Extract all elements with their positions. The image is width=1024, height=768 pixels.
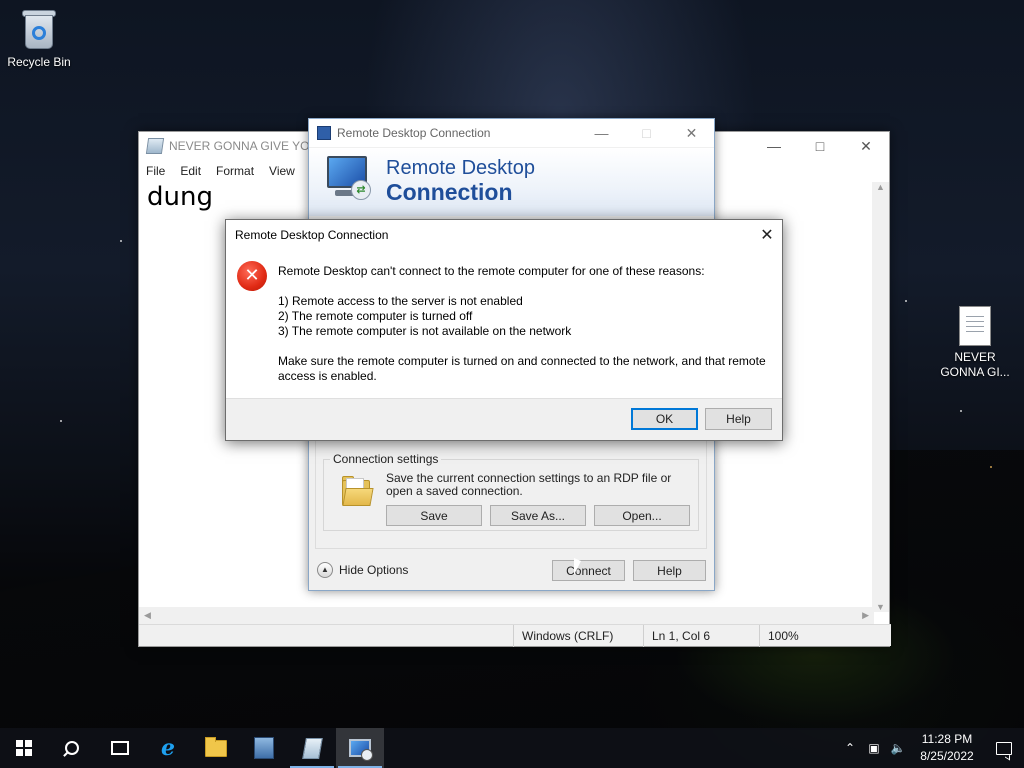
minimize-button[interactable]: — [579, 119, 624, 147]
taskbar-file-explorer[interactable] [192, 728, 240, 768]
desktop-icon-recycle-bin[interactable]: Recycle Bin [1, 9, 77, 70]
notepad-title: NEVER GONNA GIVE YOU I [169, 139, 325, 153]
horizontal-scrollbar[interactable]: ◀ ▶ [139, 607, 874, 624]
star [60, 420, 62, 422]
start-button[interactable] [0, 728, 48, 768]
search-button[interactable] [48, 728, 96, 768]
search-icon [65, 741, 79, 755]
rdc-title: Remote Desktop Connection [337, 126, 491, 140]
star [990, 466, 992, 468]
status-position: Ln 1, Col 6 [643, 625, 759, 647]
taskbar-notepad[interactable] [288, 728, 336, 768]
rdc-banner: ⇄ Remote Desktop Connection [309, 148, 714, 216]
taskbar-server-manager[interactable] [240, 728, 288, 768]
notepad-caption-buttons: — □ ✕ [751, 132, 889, 160]
hide-options-toggle[interactable]: ▲ Hide Options [317, 562, 408, 578]
banner-title-line1: Remote Desktop [386, 157, 535, 179]
error-advice: Make sure the remote computer is turned … [278, 354, 766, 383]
network-icon[interactable]: ▣ [862, 728, 886, 768]
menu-edit[interactable]: Edit [180, 164, 201, 178]
start-icon [16, 740, 32, 756]
task-view-button[interactable] [96, 728, 144, 768]
hide-options-label: Hide Options [339, 563, 409, 577]
clock[interactable]: 11:28 PM 8/25/2022 [910, 731, 984, 765]
chevron-up-icon[interactable]: ⌃ [838, 728, 862, 768]
connection-settings-group: Connection settings Save the current con… [323, 452, 699, 531]
maximize-button: □ [642, 125, 651, 141]
ok-button[interactable]: OK [631, 408, 698, 430]
notepad-status-bar: Windows (CRLF) Ln 1, Col 6 100% [139, 624, 891, 647]
desktop-icon-never-gonna[interactable]: NEVER GONNA GI... [937, 306, 1013, 380]
help-button[interactable]: Help [705, 408, 772, 430]
vertical-scrollbar[interactable]: ▲ ▼ [872, 182, 889, 612]
notepad-icon [301, 737, 323, 759]
connection-settings-description: Save the current connection settings to … [386, 471, 672, 498]
server-manager-icon [254, 737, 274, 759]
notepad-icon [145, 138, 165, 154]
close-icon[interactable]: ✕ [752, 220, 782, 249]
close-button[interactable]: ✕ [669, 119, 714, 147]
error-dialog-footer: OK Help [226, 398, 782, 440]
maximize-button[interactable]: □ [797, 132, 843, 160]
error-reason: 1) Remote access to the server is not en… [278, 294, 523, 308]
text-document-icon [959, 306, 991, 346]
system-tray: ⌃ ▣ 🔈 11:28 PM 8/25/2022 [838, 728, 1024, 768]
scroll-down-icon[interactable]: ▼ [872, 602, 889, 612]
error-dialog[interactable]: Remote Desktop Connection ✕ ✕ Remote Des… [225, 219, 783, 441]
error-icon: ✕ [237, 261, 267, 291]
error-message: Remote Desktop can't connect to the remo… [278, 264, 778, 399]
taskbar-remote-desktop[interactable] [336, 728, 384, 768]
rdc-caption-buttons: — □ ✕ [579, 119, 714, 147]
scroll-up-icon[interactable]: ▲ [872, 182, 889, 192]
mouse-cursor [574, 558, 581, 575]
error-dialog-title: Remote Desktop Connection [235, 227, 389, 242]
connect-button[interactable]: Connect [552, 560, 625, 581]
error-reason: 2) The remote computer is turned off [278, 309, 473, 323]
desktop-icon-label: Recycle Bin [7, 55, 71, 69]
close-button[interactable]: ✕ [843, 132, 889, 160]
folder-icon [342, 476, 374, 506]
save-button[interactable]: Save [386, 505, 482, 526]
internet-explorer-icon: e [161, 735, 175, 761]
scroll-right-icon[interactable]: ▶ [862, 610, 869, 621]
error-reason: 3) The remote computer is not available … [278, 324, 572, 338]
task-view-icon [111, 741, 129, 755]
menu-format[interactable]: Format [216, 164, 254, 178]
volume-muted-icon[interactable]: 🔈 [886, 728, 910, 768]
clock-time: 11:28 PM [921, 732, 973, 746]
clock-date: 8/25/2022 [920, 749, 974, 763]
remote-desktop-monitor-icon: ⇄ [327, 156, 373, 204]
chevron-up-icon: ▲ [317, 562, 333, 578]
desktop-icon-label: NEVER GONNA GI... [940, 350, 1010, 379]
notification-icon [996, 741, 1012, 755]
star [960, 410, 962, 412]
taskbar-internet-explorer[interactable]: e [144, 728, 192, 768]
rdc-help-button[interactable]: Help [633, 560, 706, 581]
notepad-text-area[interactable]: dung [147, 182, 213, 212]
scroll-left-icon[interactable]: ◀ [144, 610, 151, 621]
status-zoom: 100% [759, 625, 891, 647]
menu-file[interactable]: File [146, 164, 165, 178]
menu-view[interactable]: View [269, 164, 295, 178]
open-button[interactable]: Open... [594, 505, 690, 526]
connection-settings-legend: Connection settings [330, 452, 442, 466]
taskbar: e ⌃ ▣ 🔈 11:28 PM 8/25/2022 [0, 728, 1024, 768]
star [905, 300, 907, 302]
banner-title-line2: Connection [386, 179, 513, 205]
remote-desktop-icon [317, 126, 331, 140]
file-explorer-icon [205, 736, 227, 757]
save-as-button[interactable]: Save As... [490, 505, 586, 526]
remote-desktop-icon [349, 739, 373, 761]
star [120, 240, 122, 242]
status-encoding: Windows (CRLF) [513, 625, 643, 647]
error-intro: Remote Desktop can't connect to the remo… [278, 264, 705, 278]
recycle-bin-icon [21, 9, 57, 51]
error-reasons: 1) Remote access to the server is not en… [278, 294, 778, 339]
action-center-button[interactable] [984, 728, 1024, 768]
minimize-button[interactable]: — [751, 132, 797, 160]
